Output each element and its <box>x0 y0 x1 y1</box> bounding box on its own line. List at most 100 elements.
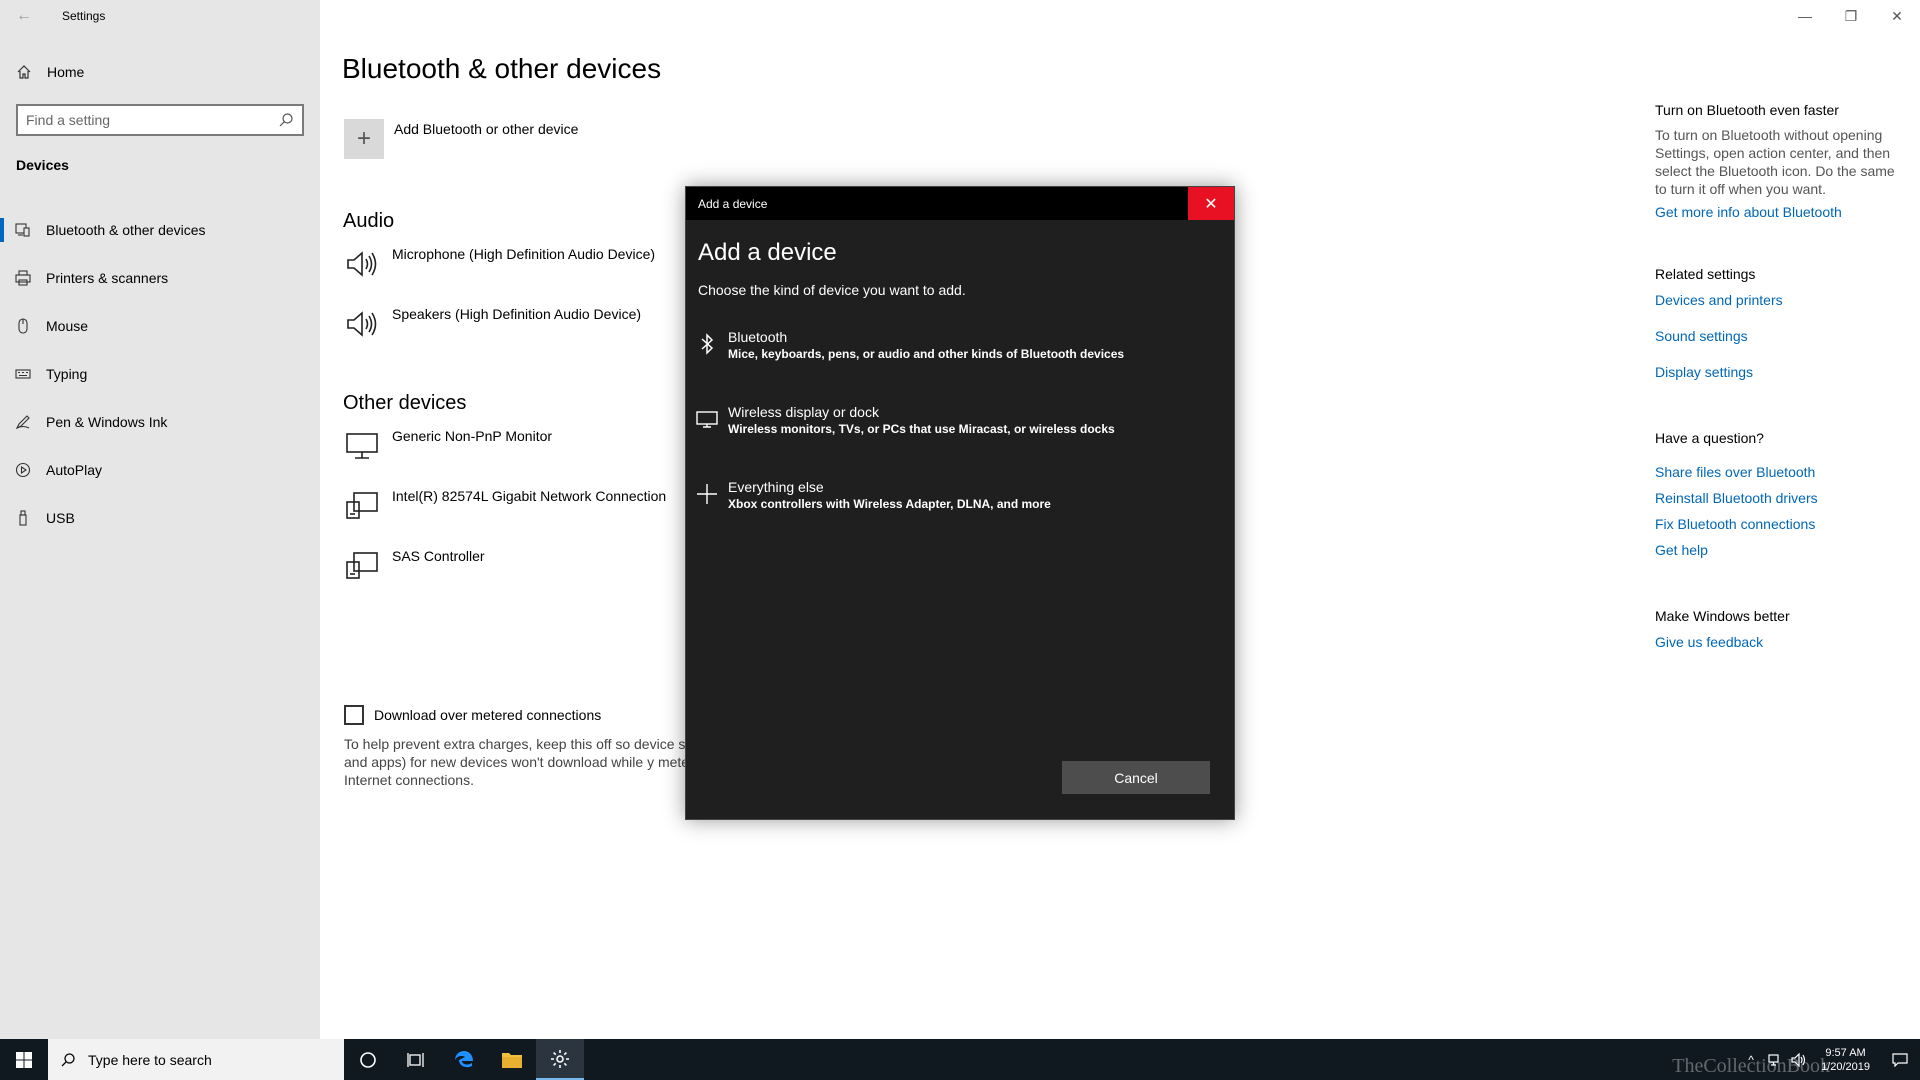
option-everything-else[interactable]: Everything else Xbox controllers with Wi… <box>692 479 1222 511</box>
file-explorer-button[interactable] <box>488 1039 536 1080</box>
back-button[interactable]: ← <box>0 0 48 32</box>
task-view-icon <box>407 1052 424 1067</box>
monitor-icon <box>344 428 380 464</box>
sidebar-item-label: AutoPlay <box>46 462 103 478</box>
windows-logo-icon <box>16 1051 32 1068</box>
add-device-dialog: Add a device ✕ Add a device Choose the k… <box>685 186 1235 820</box>
search-icon <box>61 1052 75 1066</box>
start-button[interactable] <box>0 1039 48 1080</box>
related-link-display-settings[interactable]: Display settings <box>1655 364 1900 380</box>
restore-button[interactable]: ❐ <box>1828 0 1874 32</box>
other-devices-heading: Other devices <box>343 392 467 414</box>
title-bar: ← Settings <box>0 0 320 32</box>
usb-icon <box>0 510 46 526</box>
section-label: Devices <box>16 157 69 173</box>
minimize-button[interactable]: — <box>1782 0 1828 32</box>
pen-icon <box>0 414 46 430</box>
device-name: Generic Non-PnP Monitor <box>392 428 553 444</box>
sidebar-item-autoplay[interactable]: AutoPlay <box>0 446 320 494</box>
add-device-label: Add Bluetooth or other device <box>394 121 579 137</box>
sidebar-item-label: USB <box>46 510 75 526</box>
keyboard-icon <box>0 366 46 382</box>
option-title: Bluetooth <box>728 329 788 345</box>
option-description: Mice, keyboards, pens, or audio and othe… <box>728 347 1125 361</box>
mouse-icon <box>0 318 46 334</box>
dialog-titlebar-text: Add a device <box>698 196 768 211</box>
dialog-titlebar: Add a device ✕ <box>686 187 1234 220</box>
device-item[interactable]: Speakers (High Definition Audio Device) <box>344 306 641 342</box>
sidebar-item-printers[interactable]: Printers & scanners <box>0 254 320 302</box>
home-icon <box>0 64 47 80</box>
generic-device-icon <box>344 548 380 584</box>
close-button[interactable]: ✕ <box>1874 0 1920 32</box>
device-item[interactable]: Microphone (High Definition Audio Device… <box>344 246 655 282</box>
sidebar: ← Settings Home Devices Bluetooth & othe… <box>0 0 320 1039</box>
gear-icon <box>551 1049 569 1068</box>
action-center-icon[interactable] <box>1880 1052 1920 1067</box>
metered-checkbox-row[interactable]: Download over metered connections <box>344 705 601 725</box>
folder-icon <box>502 1052 522 1068</box>
plus-icon <box>692 479 722 509</box>
option-wireless-display[interactable]: Wireless display or dock Wireless monito… <box>692 404 1222 436</box>
question-link-share-files[interactable]: Share files over Bluetooth <box>1655 464 1900 480</box>
audio-heading: Audio <box>343 210 395 232</box>
metered-checkbox[interactable] <box>344 705 364 725</box>
bt-more-info-link[interactable]: Get more info about Bluetooth <box>1655 204 1900 220</box>
option-description: Wireless monitors, TVs, or PCs that use … <box>728 422 1115 436</box>
task-view-button[interactable] <box>392 1039 440 1080</box>
app-title: Settings <box>62 9 106 23</box>
bluetooth-icon <box>692 329 722 359</box>
device-item[interactable]: Generic Non-PnP Monitor <box>344 428 552 464</box>
device-name: Microphone (High Definition Audio Device… <box>392 246 656 262</box>
taskbar-search-box[interactable]: Type here to search <box>48 1039 344 1080</box>
metered-checkbox-label: Download over metered connections <box>374 707 602 723</box>
search-input[interactable] <box>26 112 278 128</box>
metered-help-text: To help prevent extra charges, keep this… <box>344 736 723 788</box>
cortana-icon <box>360 1051 376 1068</box>
feedback-link[interactable]: Give us feedback <box>1655 634 1900 650</box>
printer-icon <box>0 270 46 286</box>
question-link-reinstall-drivers[interactable]: Reinstall Bluetooth drivers <box>1655 490 1900 506</box>
speaker-icon <box>344 246 380 282</box>
make-windows-better-heading: Make Windows better <box>1655 608 1790 624</box>
option-description: Xbox controllers with Wireless Adapter, … <box>728 497 1051 511</box>
question-link-get-help[interactable]: Get help <box>1655 542 1900 558</box>
dialog-close-button[interactable]: ✕ <box>1188 187 1234 220</box>
generic-device-icon <box>344 488 380 524</box>
window-controls: — ❐ ✕ <box>1782 0 1920 32</box>
device-item[interactable]: Intel(R) 82574L Gigabit Network Connecti… <box>344 488 666 524</box>
sidebar-nav: Bluetooth & other devices Printers & sca… <box>0 206 320 542</box>
search-box[interactable] <box>16 104 304 136</box>
add-device-button[interactable]: + Add Bluetooth or other device <box>344 119 578 159</box>
question-link-fix-connections[interactable]: Fix Bluetooth connections <box>1655 516 1900 532</box>
cancel-button[interactable]: Cancel <box>1062 761 1210 794</box>
sidebar-item-usb[interactable]: USB <box>0 494 320 542</box>
device-item[interactable]: SAS Controller <box>344 548 485 584</box>
system-tray: TheCollectionBook ^ 9:57 AM 1/20/2019 <box>1672 1039 1920 1080</box>
edge-icon <box>455 1050 473 1067</box>
sidebar-item-label: Pen & Windows Ink <box>46 414 168 430</box>
dialog-subtitle: Choose the kind of device you want to ad… <box>698 282 966 298</box>
cortana-button[interactable] <box>344 1039 392 1080</box>
sidebar-item-typing[interactable]: Typing <box>0 350 320 398</box>
dialog-heading: Add a device <box>698 239 837 266</box>
device-name: SAS Controller <box>392 548 485 564</box>
settings-taskbar-button[interactable] <box>536 1039 584 1080</box>
related-link-devices-printers[interactable]: Devices and printers <box>1655 292 1900 308</box>
device-name: Intel(R) 82574L Gigabit Network Connecti… <box>392 488 667 504</box>
bluetooth-devices-icon <box>0 222 46 238</box>
sidebar-item-label: Typing <box>46 366 88 382</box>
bt-faster-heading: Turn on Bluetooth even faster <box>1655 102 1839 118</box>
sidebar-item-bluetooth[interactable]: Bluetooth & other devices <box>0 206 320 254</box>
sidebar-item-pen[interactable]: Pen & Windows Ink <box>0 398 320 446</box>
page-title: Bluetooth & other devices <box>342 53 662 84</box>
related-settings-heading: Related settings <box>1655 266 1756 282</box>
edge-button[interactable] <box>440 1039 488 1080</box>
sidebar-item-mouse[interactable]: Mouse <box>0 302 320 350</box>
option-bluetooth[interactable]: Bluetooth Mice, keyboards, pens, or audi… <box>692 329 1222 361</box>
search-icon[interactable] <box>278 112 294 128</box>
related-link-sound-settings[interactable]: Sound settings <box>1655 328 1900 344</box>
autoplay-icon <box>0 462 46 478</box>
sidebar-item-home[interactable]: Home <box>0 56 320 88</box>
option-title: Everything else <box>728 479 824 495</box>
